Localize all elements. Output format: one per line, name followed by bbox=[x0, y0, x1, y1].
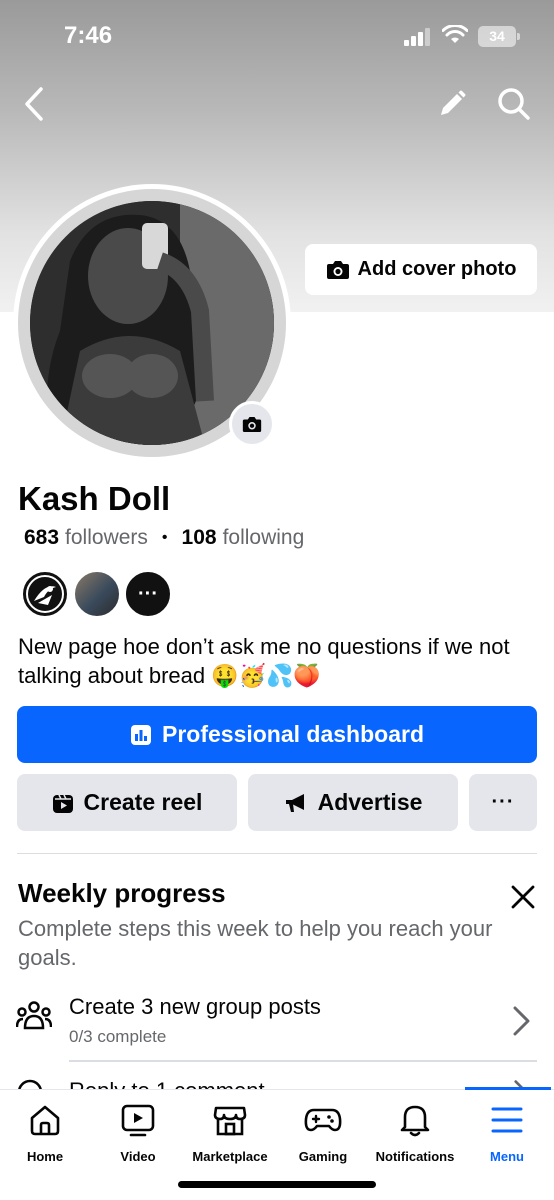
video-icon bbox=[121, 1104, 155, 1137]
search-button[interactable] bbox=[494, 84, 534, 124]
megaphone-icon bbox=[285, 793, 304, 812]
profile-bio: New page hoe don’t ask me no questions i… bbox=[18, 634, 510, 688]
professional-dashboard-label: Professional dashboard bbox=[161, 721, 424, 747]
marketplace-icon bbox=[213, 1106, 247, 1136]
cellular-signal-icon bbox=[404, 28, 430, 46]
following-count[interactable]: 108 bbox=[182, 526, 217, 550]
tab-gaming[interactable]: Gaming bbox=[278, 1100, 368, 1164]
close-icon bbox=[511, 885, 535, 909]
home-icon bbox=[30, 1105, 60, 1136]
tab-label: Marketplace bbox=[192, 1149, 268, 1164]
separator-dot: • bbox=[161, 529, 168, 546]
pencil-icon bbox=[441, 90, 466, 115]
close-weekly-progress-button[interactable] bbox=[506, 880, 540, 914]
tab-label: Home bbox=[26, 1149, 64, 1164]
back-button[interactable] bbox=[14, 84, 54, 124]
create-reel-label: Create reel bbox=[83, 789, 203, 815]
task-progress: 0/3 complete bbox=[69, 1027, 167, 1046]
more-options-button[interactable]: ··· bbox=[469, 774, 537, 831]
camera-icon bbox=[242, 416, 262, 432]
tab-menu[interactable]: Menu bbox=[462, 1100, 552, 1164]
following-label[interactable]: following bbox=[223, 526, 305, 550]
change-profile-photo-button[interactable] bbox=[229, 401, 275, 447]
home-indicator[interactable] bbox=[178, 1181, 376, 1188]
bell-icon bbox=[400, 1105, 430, 1137]
add-cover-photo-button[interactable]: Add cover photo bbox=[305, 244, 537, 295]
active-tab-indicator bbox=[465, 1087, 551, 1090]
advertise-label: Advertise bbox=[317, 789, 423, 815]
advertise-button[interactable]: Advertise bbox=[248, 774, 458, 831]
professional-dashboard-button[interactable]: Professional dashboard bbox=[17, 706, 537, 763]
battery-indicator: 34 bbox=[478, 26, 516, 47]
follower-avatar[interactable] bbox=[21, 570, 69, 618]
more-followers-avatar[interactable]: ··· bbox=[124, 570, 172, 618]
tab-label: Video bbox=[120, 1149, 156, 1164]
follower-avatar[interactable] bbox=[73, 570, 121, 618]
sun-logo-icon bbox=[26, 575, 64, 613]
wifi-icon bbox=[442, 25, 468, 43]
status-time: 7:46 bbox=[64, 22, 113, 49]
menu-icon bbox=[491, 1107, 523, 1133]
weekly-progress-title: Weekly progress bbox=[18, 878, 226, 908]
status-bar: 7:46 34 bbox=[0, 0, 554, 72]
group-icon bbox=[16, 1001, 52, 1030]
tab-notifications[interactable]: Notifications bbox=[370, 1100, 460, 1164]
tab-home[interactable]: Home bbox=[0, 1100, 90, 1164]
edit-profile-button[interactable] bbox=[432, 84, 472, 124]
profile-name: Kash Doll bbox=[18, 480, 171, 517]
follow-stats: 683 followers • 108 following bbox=[24, 526, 304, 550]
task-title[interactable]: Create 3 new group posts bbox=[69, 994, 321, 1020]
search-icon bbox=[498, 88, 530, 120]
camera-icon bbox=[326, 260, 349, 279]
chevron-left-icon bbox=[25, 87, 43, 121]
chevron-right-icon[interactable] bbox=[506, 1004, 536, 1038]
battery-tip bbox=[517, 33, 520, 40]
gaming-icon bbox=[304, 1108, 342, 1132]
tab-marketplace[interactable]: Marketplace bbox=[185, 1100, 275, 1164]
tab-label: Menu bbox=[490, 1149, 524, 1164]
create-reel-button[interactable]: Create reel bbox=[17, 774, 237, 831]
tab-video[interactable]: Video bbox=[93, 1100, 183, 1164]
add-cover-photo-label: Add cover photo bbox=[357, 258, 517, 280]
chart-icon bbox=[130, 724, 151, 745]
weekly-progress-subtitle: Complete steps this week to help you rea… bbox=[18, 916, 493, 970]
reel-icon bbox=[52, 794, 73, 813]
followers-count[interactable]: 683 bbox=[24, 526, 59, 550]
followers-label[interactable]: followers bbox=[65, 526, 148, 550]
task-divider bbox=[69, 1060, 537, 1062]
tab-label: Notifications bbox=[375, 1149, 455, 1164]
section-divider bbox=[17, 853, 537, 854]
tab-label: Gaming bbox=[298, 1149, 348, 1164]
